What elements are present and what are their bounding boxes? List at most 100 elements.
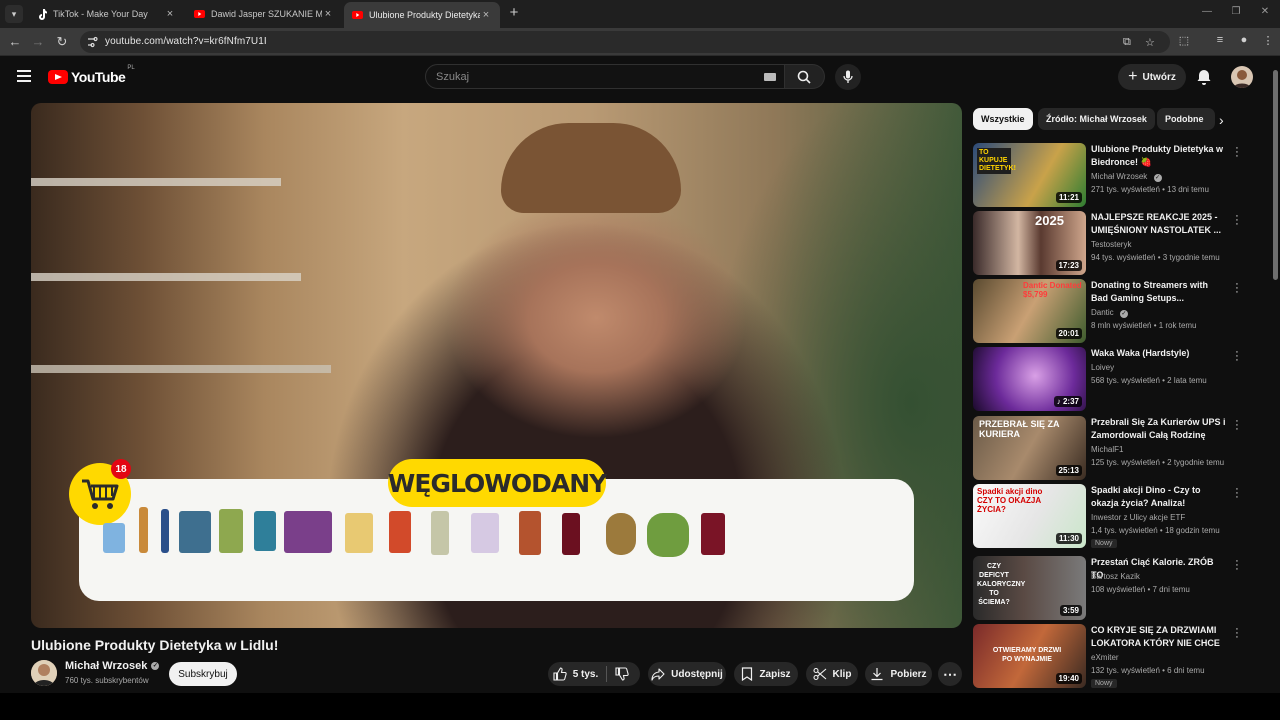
close-window-button[interactable]: ✕: [1250, 6, 1280, 17]
video-thumbnail[interactable]: PRZEBRAŁ SIĘ ZA KURIERA 25:13: [973, 416, 1086, 480]
video-title[interactable]: Ulubione Produkty Dietetyka w Biedronce!…: [1091, 143, 1226, 169]
recommendation-item[interactable]: TO KUPUJE DIETETYK! 11:21 Ulubione Produ…: [973, 143, 1253, 207]
recommendation-item[interactable]: OTWIERAMY DRZWI PO WYNAJMIE 19:40 CO KRY…: [973, 624, 1253, 688]
channel-name[interactable]: Michał Wrzosek ✓: [1091, 172, 1162, 182]
minimize-button[interactable]: —: [1192, 6, 1222, 17]
maximize-button[interactable]: ❐: [1221, 6, 1251, 17]
like-dislike-group: 5 tys.: [548, 662, 640, 686]
save-button[interactable]: Zapisz: [734, 662, 798, 686]
channel-name[interactable]: eXmiter: [1091, 653, 1119, 662]
more-vert-icon[interactable]: · · ·: [1233, 484, 1241, 503]
omnibox[interactable]: youtube.com/watch?v=kr6fNfm7U1I ⧉ ☆: [80, 31, 1170, 53]
thumbs-down-icon[interactable]: [615, 667, 629, 681]
recommendation-item[interactable]: Dantic Donated $5,799 20:01 Donating to …: [973, 279, 1253, 343]
profile-icon[interactable]: ●: [1236, 34, 1252, 46]
product-oats: [179, 511, 211, 553]
url-text[interactable]: youtube.com/watch?v=kr6fNfm7U1I: [105, 36, 267, 47]
more-vert-icon[interactable]: · · ·: [1233, 416, 1241, 435]
video-player[interactable]: WĘGLOWODANY 18: [31, 103, 962, 628]
recommendation-item[interactable]: ♪ 2:37 Waka Waka (Hardstyle) Loivey 568 …: [973, 347, 1253, 411]
recommendation-item[interactable]: CZY DEFICYT KALORYCZNY TO ŚCIEMA? 3:59 P…: [973, 556, 1253, 620]
cast-icon[interactable]: ⧉: [1123, 36, 1131, 49]
more-actions-button[interactable]: ⋯: [938, 662, 962, 686]
chevron-right-icon[interactable]: ›: [1219, 112, 1224, 128]
chip-all[interactable]: Wszystkie: [973, 108, 1033, 130]
channel-name[interactable]: MichalF1: [1091, 445, 1123, 454]
download-label: Pobierz: [890, 668, 927, 680]
chip-source-channel[interactable]: Źródło: Michał Wrzosek: [1038, 108, 1155, 130]
video-thumbnail[interactable]: Spadki akcji dino CZY TO OKAZJA ŻYCIA? 1…: [973, 484, 1086, 548]
extensions-icon[interactable]: ⬚: [1176, 34, 1192, 47]
thumbnail-text: Spadki akcji dino CZY TO OKAZJA ŻYCIA?: [977, 487, 1043, 514]
video-title[interactable]: Waka Waka (Hardstyle): [1091, 347, 1226, 360]
video-thumbnail[interactable]: ♪ 2:37: [973, 347, 1086, 411]
account-avatar[interactable]: [1231, 66, 1253, 88]
video-duration: 11:21: [1055, 192, 1082, 203]
channel-name[interactable]: Loivey: [1091, 363, 1114, 372]
reload-button[interactable]: ↻: [54, 34, 70, 50]
recommendation-item[interactable]: Spadki akcji dino CZY TO OKAZJA ŻYCIA? 1…: [973, 484, 1253, 548]
video-title[interactable]: NAJLEPSZE REAKCJE 2025 - UMIĘŚNIONY NAST…: [1091, 211, 1226, 237]
video-thumbnail[interactable]: CZY DEFICYT KALORYCZNY TO ŚCIEMA? 3:59: [973, 556, 1086, 620]
menu-icon[interactable]: [17, 70, 31, 82]
more-vert-icon[interactable]: · · ·: [1233, 143, 1241, 162]
share-button[interactable]: Udostępnij: [648, 662, 726, 686]
video-thumbnail[interactable]: TO KUPUJE DIETETYK! 11:21: [973, 143, 1086, 207]
bookmark-star-icon[interactable]: ☆: [1145, 36, 1155, 49]
search-button[interactable]: [785, 64, 825, 89]
more-vert-icon[interactable]: · · ·: [1233, 211, 1241, 230]
browser-menu-icon[interactable]: ⋮: [1260, 34, 1276, 47]
scrollbar-thumb[interactable]: [1273, 70, 1278, 280]
tab-youtube-dawid[interactable]: Dawid Jasper SZUKANIE MIŁOŚ ×: [186, 3, 342, 25]
channel-name[interactable]: Inwestor z Ulicy akcje ETF: [1091, 513, 1185, 522]
tab-youtube-current[interactable]: Ulubione Produkty Dietetyka w ×: [344, 2, 500, 28]
youtube-logo[interactable]: YouTube PL: [48, 65, 135, 85]
subscribe-button[interactable]: Subskrybuj: [169, 662, 237, 686]
video-title[interactable]: Spadki akcji Dino - Czy to okazja życia?…: [1091, 484, 1226, 510]
thumbnail-text: PRZEBRAŁ SIĘ ZA KURIERA: [979, 419, 1060, 439]
channel-avatar[interactable]: [31, 660, 57, 686]
forward-button[interactable]: →: [30, 34, 46, 50]
channel-name[interactable]: Dantic ✓: [1091, 308, 1128, 318]
video-meta: 108 wyświetleń • 7 dni temu: [1091, 585, 1190, 594]
close-icon[interactable]: ×: [322, 8, 334, 20]
like-button[interactable]: 5 tys.: [553, 667, 598, 681]
channel-name[interactable]: Testosteryk: [1091, 240, 1131, 249]
voice-search-button[interactable]: [835, 64, 861, 90]
video-title[interactable]: CO KRYJE SIĘ ZA DRZWIAMI LOKATORA KTÓRY …: [1091, 624, 1226, 650]
tab-label: TikTok - Make Your Day: [53, 9, 148, 19]
more-vert-icon[interactable]: · · ·: [1233, 279, 1241, 298]
channel-name-text: Dantic: [1091, 308, 1114, 317]
create-label: Utwórz: [1142, 71, 1176, 83]
close-icon[interactable]: ×: [164, 8, 176, 20]
channel-name-link[interactable]: Michał Wrzosek ✓: [65, 660, 160, 672]
close-icon[interactable]: ×: [480, 9, 492, 21]
video-title[interactable]: Przebrali Się Za Kurierów UPS i Zamordow…: [1091, 416, 1226, 442]
video-thumbnail[interactable]: Dantic Donated $5,799 20:01: [973, 279, 1086, 343]
video-title[interactable]: Donating to Streamers with Bad Gaming Se…: [1091, 279, 1226, 305]
product-bread: [219, 509, 243, 553]
video-thumbnail[interactable]: OTWIERAMY DRZWI PO WYNAJMIE 19:40: [973, 624, 1086, 688]
chip-related[interactable]: Podobne: [1157, 108, 1215, 130]
clip-button[interactable]: Klip: [806, 662, 858, 686]
site-info-icon[interactable]: [87, 36, 99, 48]
reading-list-icon[interactable]: ≡: [1212, 34, 1228, 46]
more-vert-icon[interactable]: · · ·: [1233, 624, 1241, 643]
video-thumbnail[interactable]: 2025 17:23: [973, 211, 1086, 275]
divider: [606, 666, 608, 682]
download-button[interactable]: Pobierz: [865, 662, 932, 686]
new-tab-button[interactable]: +: [506, 5, 522, 21]
recommendation-item[interactable]: PRZEBRAŁ SIĘ ZA KURIERA 25:13 Przebrali …: [973, 416, 1253, 480]
more-vert-icon[interactable]: · · ·: [1233, 347, 1241, 366]
search-input[interactable]: [436, 69, 746, 85]
back-button[interactable]: ←: [7, 34, 23, 50]
recommendation-item[interactable]: 2025 17:23 NAJLEPSZE REAKCJE 2025 - UMIĘ…: [973, 211, 1253, 275]
more-vert-icon[interactable]: · · ·: [1233, 556, 1241, 575]
channel-name[interactable]: Bartosz Kazik: [1091, 572, 1140, 581]
tab-tiktok[interactable]: TikTok - Make Your Day ×: [28, 3, 184, 25]
video-title: Ulubione Produkty Dietetyka w Lidlu!: [31, 637, 279, 653]
notifications-bell-icon[interactable]: [1194, 67, 1214, 87]
keyboard-icon[interactable]: [764, 73, 776, 81]
tab-search-button[interactable]: ▾: [5, 5, 23, 23]
create-button[interactable]: + Utwórz: [1118, 64, 1186, 90]
